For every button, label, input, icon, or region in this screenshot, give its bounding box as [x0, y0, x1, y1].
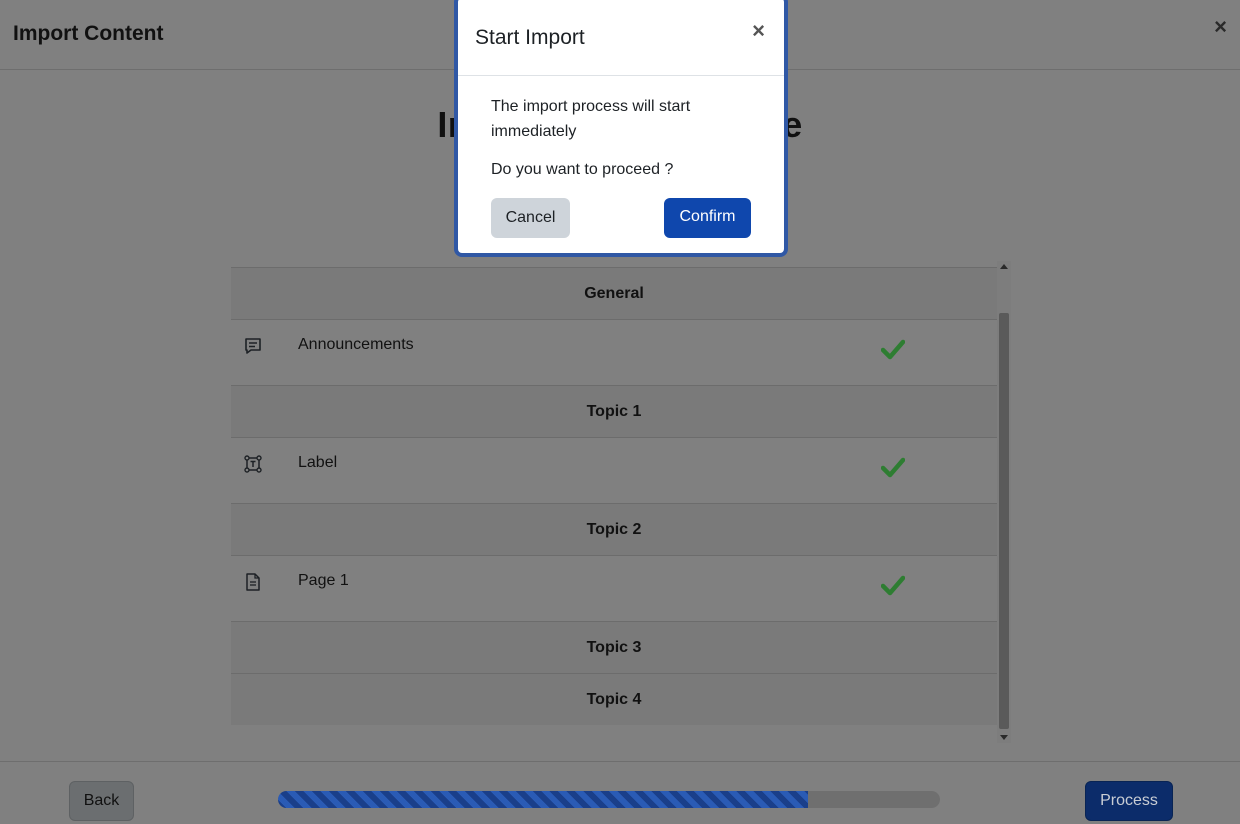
- check-icon: [881, 339, 905, 360]
- close-icon[interactable]: ×: [752, 18, 765, 44]
- modal-title: Start Import: [475, 26, 585, 49]
- section-row-topic-4: Topic 4: [231, 673, 997, 725]
- table-scrollbar[interactable]: [997, 261, 1011, 743]
- progress-bar-fill: [278, 791, 808, 808]
- import-rows: General Announcements Topic 1 Label Topi…: [231, 267, 997, 725]
- back-button[interactable]: Back: [69, 781, 134, 821]
- check-icon: [881, 575, 905, 596]
- page-title: Import Content: [13, 22, 164, 45]
- page-footer: Back Process: [0, 761, 1240, 824]
- list-item: Page 1: [231, 555, 997, 621]
- label-icon: [244, 455, 262, 473]
- close-icon[interactable]: ×: [1214, 14, 1227, 40]
- cancel-button[interactable]: Cancel: [491, 198, 570, 238]
- progress-bar: [278, 791, 940, 808]
- modal-question: Do you want to proceed ?: [491, 161, 674, 178]
- list-item: Label: [231, 437, 997, 503]
- start-import-modal: Start Import × The import process will s…: [454, 0, 788, 257]
- forum-icon: [245, 338, 261, 354]
- item-label: Announcements: [298, 336, 414, 353]
- section-row-topic-2: Topic 2: [231, 503, 997, 555]
- list-item: Announcements: [231, 319, 997, 385]
- import-content-page: Import Content × Inte pg General Announc…: [0, 0, 1240, 824]
- section-row-topic-3: Topic 3: [231, 621, 997, 673]
- modal-message: The import process will start immediatel…: [491, 98, 691, 140]
- item-label: Label: [298, 454, 338, 471]
- scroll-thumb[interactable]: [999, 313, 1009, 729]
- section-row-general: General: [231, 267, 997, 319]
- modal-header: Start Import ×: [458, 0, 784, 76]
- page-icon: [246, 573, 260, 591]
- import-table: General Announcements Topic 1 Label Topi…: [231, 261, 1011, 743]
- section-row-topic-1: Topic 1: [231, 385, 997, 437]
- scroll-down-arrow-icon[interactable]: [1000, 735, 1008, 740]
- check-icon: [881, 457, 905, 478]
- process-button[interactable]: Process: [1085, 781, 1173, 821]
- item-label: Page 1: [298, 572, 349, 589]
- scroll-up-arrow-icon[interactable]: [1000, 264, 1008, 269]
- confirm-button[interactable]: Confirm: [664, 198, 751, 238]
- modal-body: The import process will start immediatel…: [491, 94, 751, 179]
